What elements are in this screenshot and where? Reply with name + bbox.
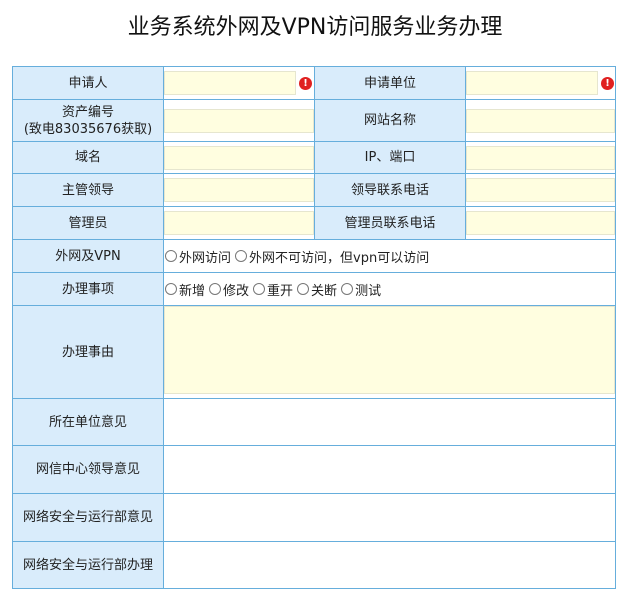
ip-port-cell [465,141,616,174]
radio-external-access[interactable]: 外网访问 [165,247,231,266]
radio-test[interactable]: 测试 [341,280,381,299]
security-dept-handle-cell [163,541,616,589]
unit-opinion-label: 所在单位意见 [12,398,164,446]
applicant-cell: ! [163,66,315,100]
unit-opinion-cell [163,398,616,446]
radio-label: 测试 [355,283,382,299]
external-vpn-radio-group: 外网访问 外网不可访问，但vpn可以访问 [164,247,615,266]
required-icon: ! [601,76,614,90]
asset-no-label-line2: (致电83035676获取) [23,121,153,137]
external-vpn-label: 外网及VPN [12,239,164,273]
radio-modify[interactable]: 修改 [209,280,249,299]
center-leader-opinion-cell [163,445,616,494]
ip-port-label: IP、端口 [314,141,466,174]
applicant-unit-cell: ! [465,66,616,100]
radio-label: 重开 [267,283,294,299]
supervisor-input[interactable] [164,178,314,202]
radio-label: 关断 [311,283,338,299]
leader-phone-input[interactable] [466,178,615,202]
leader-phone-cell [465,173,616,207]
radio-circle-icon[interactable] [235,250,248,262]
radio-label: 新增 [179,283,206,299]
asset-no-label-line1: 资产编号 [61,104,114,120]
applicant-input[interactable] [164,71,296,95]
radio-label: 外网访问 [179,250,232,266]
radio-add[interactable]: 新增 [165,280,205,299]
matter-cell: 新增 修改 重开 关断 测试 [163,272,616,306]
admin-phone-cell [465,206,616,240]
matter-label: 办理事项 [12,272,164,306]
reason-cell [163,305,616,399]
reason-label: 办理事由 [12,305,164,399]
external-vpn-cell: 外网访问 外网不可访问，但vpn可以访问 [163,239,616,273]
admin-label: 管理员 [12,206,164,240]
asset-no-input[interactable] [164,108,314,133]
security-dept-handle-label: 网络安全与运行部办理 [12,541,164,589]
asset-no-label: 资产编号 (致电83035676获取) [12,99,164,142]
radio-shutdown[interactable]: 关断 [297,280,337,299]
radio-circle-icon[interactable] [209,283,222,295]
radio-circle-icon[interactable] [253,283,266,295]
radio-label: 外网不可访问，但vpn可以访问 [249,250,430,266]
domain-label: 域名 [12,141,164,174]
radio-reopen[interactable]: 重开 [253,280,293,299]
leader-phone-label: 领导联系电话 [314,173,466,207]
application-form: 申请人 ! 申请单位 ! 资产编号 (致电83035676获取) 网站名称 域名… [12,66,616,589]
applicant-label: 申请人 [12,66,164,100]
page-title: 业务系统外网及VPN访问服务业务办理 [127,15,503,40]
site-name-label: 网站名称 [314,99,466,142]
matter-radio-group: 新增 修改 重开 关断 测试 [164,280,615,299]
supervisor-label: 主管领导 [12,173,164,207]
admin-input[interactable] [164,211,314,235]
ip-port-input[interactable] [466,145,615,170]
security-dept-opinion-label: 网络安全与运行部意见 [12,493,164,542]
domain-cell [163,141,315,174]
radio-circle-icon[interactable] [297,283,310,295]
center-leader-opinion-label: 网信中心领导意见 [12,445,164,494]
site-name-cell [465,99,616,142]
reason-textarea[interactable] [164,306,615,394]
site-name-input[interactable] [466,108,615,133]
required-icon: ! [299,76,312,90]
domain-input[interactable] [164,145,314,170]
applicant-unit-input[interactable] [466,71,598,95]
radio-label: 修改 [223,283,250,299]
radio-vpn-only[interactable]: 外网不可访问，但vpn可以访问 [235,247,429,266]
admin-phone-input[interactable] [466,211,615,235]
applicant-unit-label: 申请单位 [314,66,466,100]
radio-circle-icon[interactable] [341,283,354,295]
admin-phone-label: 管理员联系电话 [314,206,466,240]
supervisor-cell [163,173,315,207]
admin-cell [163,206,315,240]
security-dept-opinion-cell [163,493,616,542]
radio-circle-icon[interactable] [165,250,177,262]
asset-no-cell [163,99,315,142]
radio-circle-icon[interactable] [165,283,177,295]
